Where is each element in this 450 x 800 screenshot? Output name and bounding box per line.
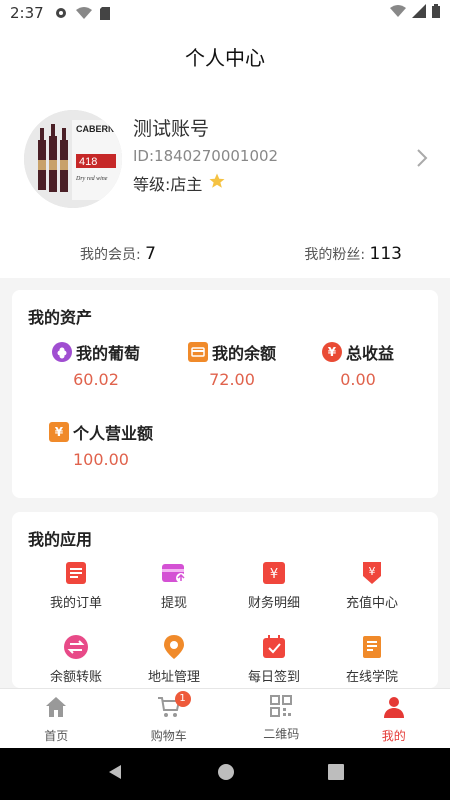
app-balance-transfer[interactable]: 余额转账 xyxy=(26,634,126,685)
app-recharge-label: 充值中心 xyxy=(345,596,398,611)
app-withdraw-label: 提现 xyxy=(160,596,187,611)
app-online-academy-label: 在线学院 xyxy=(345,670,398,685)
app-address-manage-label: 地址管理 xyxy=(147,670,200,685)
asset-balance-value: 72.00 xyxy=(209,370,255,389)
user-level-text: 等级:店主 xyxy=(133,175,203,194)
svg-text:¥: ¥ xyxy=(369,565,376,578)
withdraw-icon xyxy=(161,560,187,586)
transfer-icon xyxy=(63,634,89,660)
user-info: 测试账号 ID:1840270001002 等级:店主 xyxy=(133,114,278,195)
yuan-tag-icon: ¥ xyxy=(48,422,69,442)
asset-turnover-label: 个人营业额 xyxy=(72,424,153,443)
app-finance-detail-label: 财务明细 xyxy=(247,596,300,611)
order-icon xyxy=(63,560,89,586)
app-daily-checkin-label: 每日签到 xyxy=(247,670,300,685)
asset-income-label: 总收益 xyxy=(345,344,394,363)
recharge-icon: ¥ xyxy=(359,560,385,586)
assets-title: 我的资产 xyxy=(28,308,93,327)
tab-qrcode[interactable]: 二维码 xyxy=(225,689,338,748)
finance-icon: ¥ xyxy=(261,560,287,586)
asset-grape-value: 60.02 xyxy=(73,370,119,389)
grape-icon xyxy=(51,342,72,362)
wallet-icon xyxy=(187,342,208,362)
app-my-orders[interactable]: 我的订单 xyxy=(26,560,126,611)
qrcode-icon xyxy=(270,695,293,721)
tab-home[interactable]: 首页 xyxy=(0,689,113,748)
app-balance-transfer-label: 余额转账 xyxy=(49,670,102,685)
tab-home-label: 首页 xyxy=(44,729,69,743)
fans-count: 113 xyxy=(369,244,402,264)
recents-icon[interactable] xyxy=(327,764,344,784)
bottom-tab-bar: 首页 1 购物车 二维码 我的 xyxy=(0,688,450,748)
asset-grape-label: 我的葡萄 xyxy=(75,344,140,363)
system-nav-bar xyxy=(0,748,450,800)
asset-grape[interactable]: 我的葡萄 60.02 xyxy=(36,340,156,389)
page-header: 个人中心 xyxy=(0,26,450,86)
status-time: 2:37 xyxy=(10,4,44,22)
cart-badge: 1 xyxy=(174,691,191,707)
user-id: ID:1840270001002 xyxy=(133,147,279,165)
signal-icon xyxy=(412,4,426,22)
back-icon[interactable] xyxy=(106,763,124,785)
app-recharge[interactable]: ¥ 充值中心 xyxy=(322,560,422,611)
apps-title: 我的应用 xyxy=(28,530,93,549)
asset-income[interactable]: ¥ 总收益 0.00 xyxy=(298,340,418,389)
app-daily-checkin[interactable]: 每日签到 xyxy=(224,634,324,685)
home-circle-icon[interactable] xyxy=(217,763,235,785)
tab-qrcode-label: 二维码 xyxy=(263,727,300,741)
app-finance-detail[interactable]: ¥ 财务明细 xyxy=(224,560,324,611)
asset-balance-label: 我的余额 xyxy=(211,344,276,363)
book-icon xyxy=(359,634,385,660)
app-address-manage[interactable]: 地址管理 xyxy=(124,634,224,685)
settings-gear-icon xyxy=(54,6,68,20)
profile-section[interactable]: CABERNET 418 Dry red wine 测试账号 ID:184027… xyxy=(0,86,450,278)
user-name: 测试账号 xyxy=(133,118,210,140)
tab-mine-label: 我的 xyxy=(381,729,406,743)
fans-label: 我的粉丝: xyxy=(304,247,366,263)
wifi-icon xyxy=(390,5,406,21)
chevron-right-icon[interactable] xyxy=(416,148,428,172)
tab-cart[interactable]: 1 购物车 xyxy=(113,689,226,748)
members-label: 我的会员: xyxy=(80,247,141,263)
star-icon xyxy=(208,172,226,194)
asset-turnover-value: 100.00 xyxy=(73,450,129,469)
members-stat[interactable]: 我的会员: 7 xyxy=(80,244,156,264)
avatar[interactable]: CABERNET 418 Dry red wine xyxy=(24,110,122,208)
asset-balance[interactable]: 我的余额 72.00 xyxy=(172,340,292,389)
status-bar: 2:37 xyxy=(0,0,450,26)
asset-income-value: 0.00 xyxy=(340,370,376,389)
svg-text:CABERNET: CABERNET xyxy=(76,124,122,134)
fans-stat[interactable]: 我的粉丝: 113 xyxy=(304,244,402,264)
wifi-question-icon xyxy=(75,7,92,19)
assets-card: 我的资产 我的葡萄 60.02 我的余额 72.00 ¥ 总收益 0.00 ¥ … xyxy=(12,290,438,498)
members-count: 7 xyxy=(145,244,156,264)
user-level: 等级:店主 xyxy=(133,171,278,195)
svg-text:Dry red wine: Dry red wine xyxy=(75,176,108,182)
sd-card-icon xyxy=(99,6,110,20)
app-withdraw[interactable]: 提现 xyxy=(124,560,224,611)
tab-cart-label: 购物车 xyxy=(150,729,187,743)
app-my-orders-label: 我的订单 xyxy=(49,596,102,611)
svg-text:¥: ¥ xyxy=(270,567,278,582)
app-online-academy[interactable]: 在线学院 xyxy=(322,634,422,685)
svg-text:418: 418 xyxy=(79,156,97,168)
location-icon xyxy=(161,634,187,660)
asset-turnover[interactable]: ¥ 个人营业额 100.00 xyxy=(36,420,166,469)
tab-mine[interactable]: 我的 xyxy=(338,689,450,748)
checkin-icon xyxy=(261,634,287,660)
page-title: 个人中心 xyxy=(185,45,265,70)
home-icon xyxy=(44,695,68,723)
apps-card: 我的应用 我的订单 提现 ¥ 财务明细 ¥ 充值中心 余额转账 地址管理 每日签… xyxy=(12,512,438,688)
battery-icon xyxy=(432,4,440,22)
person-icon xyxy=(382,695,406,723)
yuan-coin-icon: ¥ xyxy=(321,342,342,362)
